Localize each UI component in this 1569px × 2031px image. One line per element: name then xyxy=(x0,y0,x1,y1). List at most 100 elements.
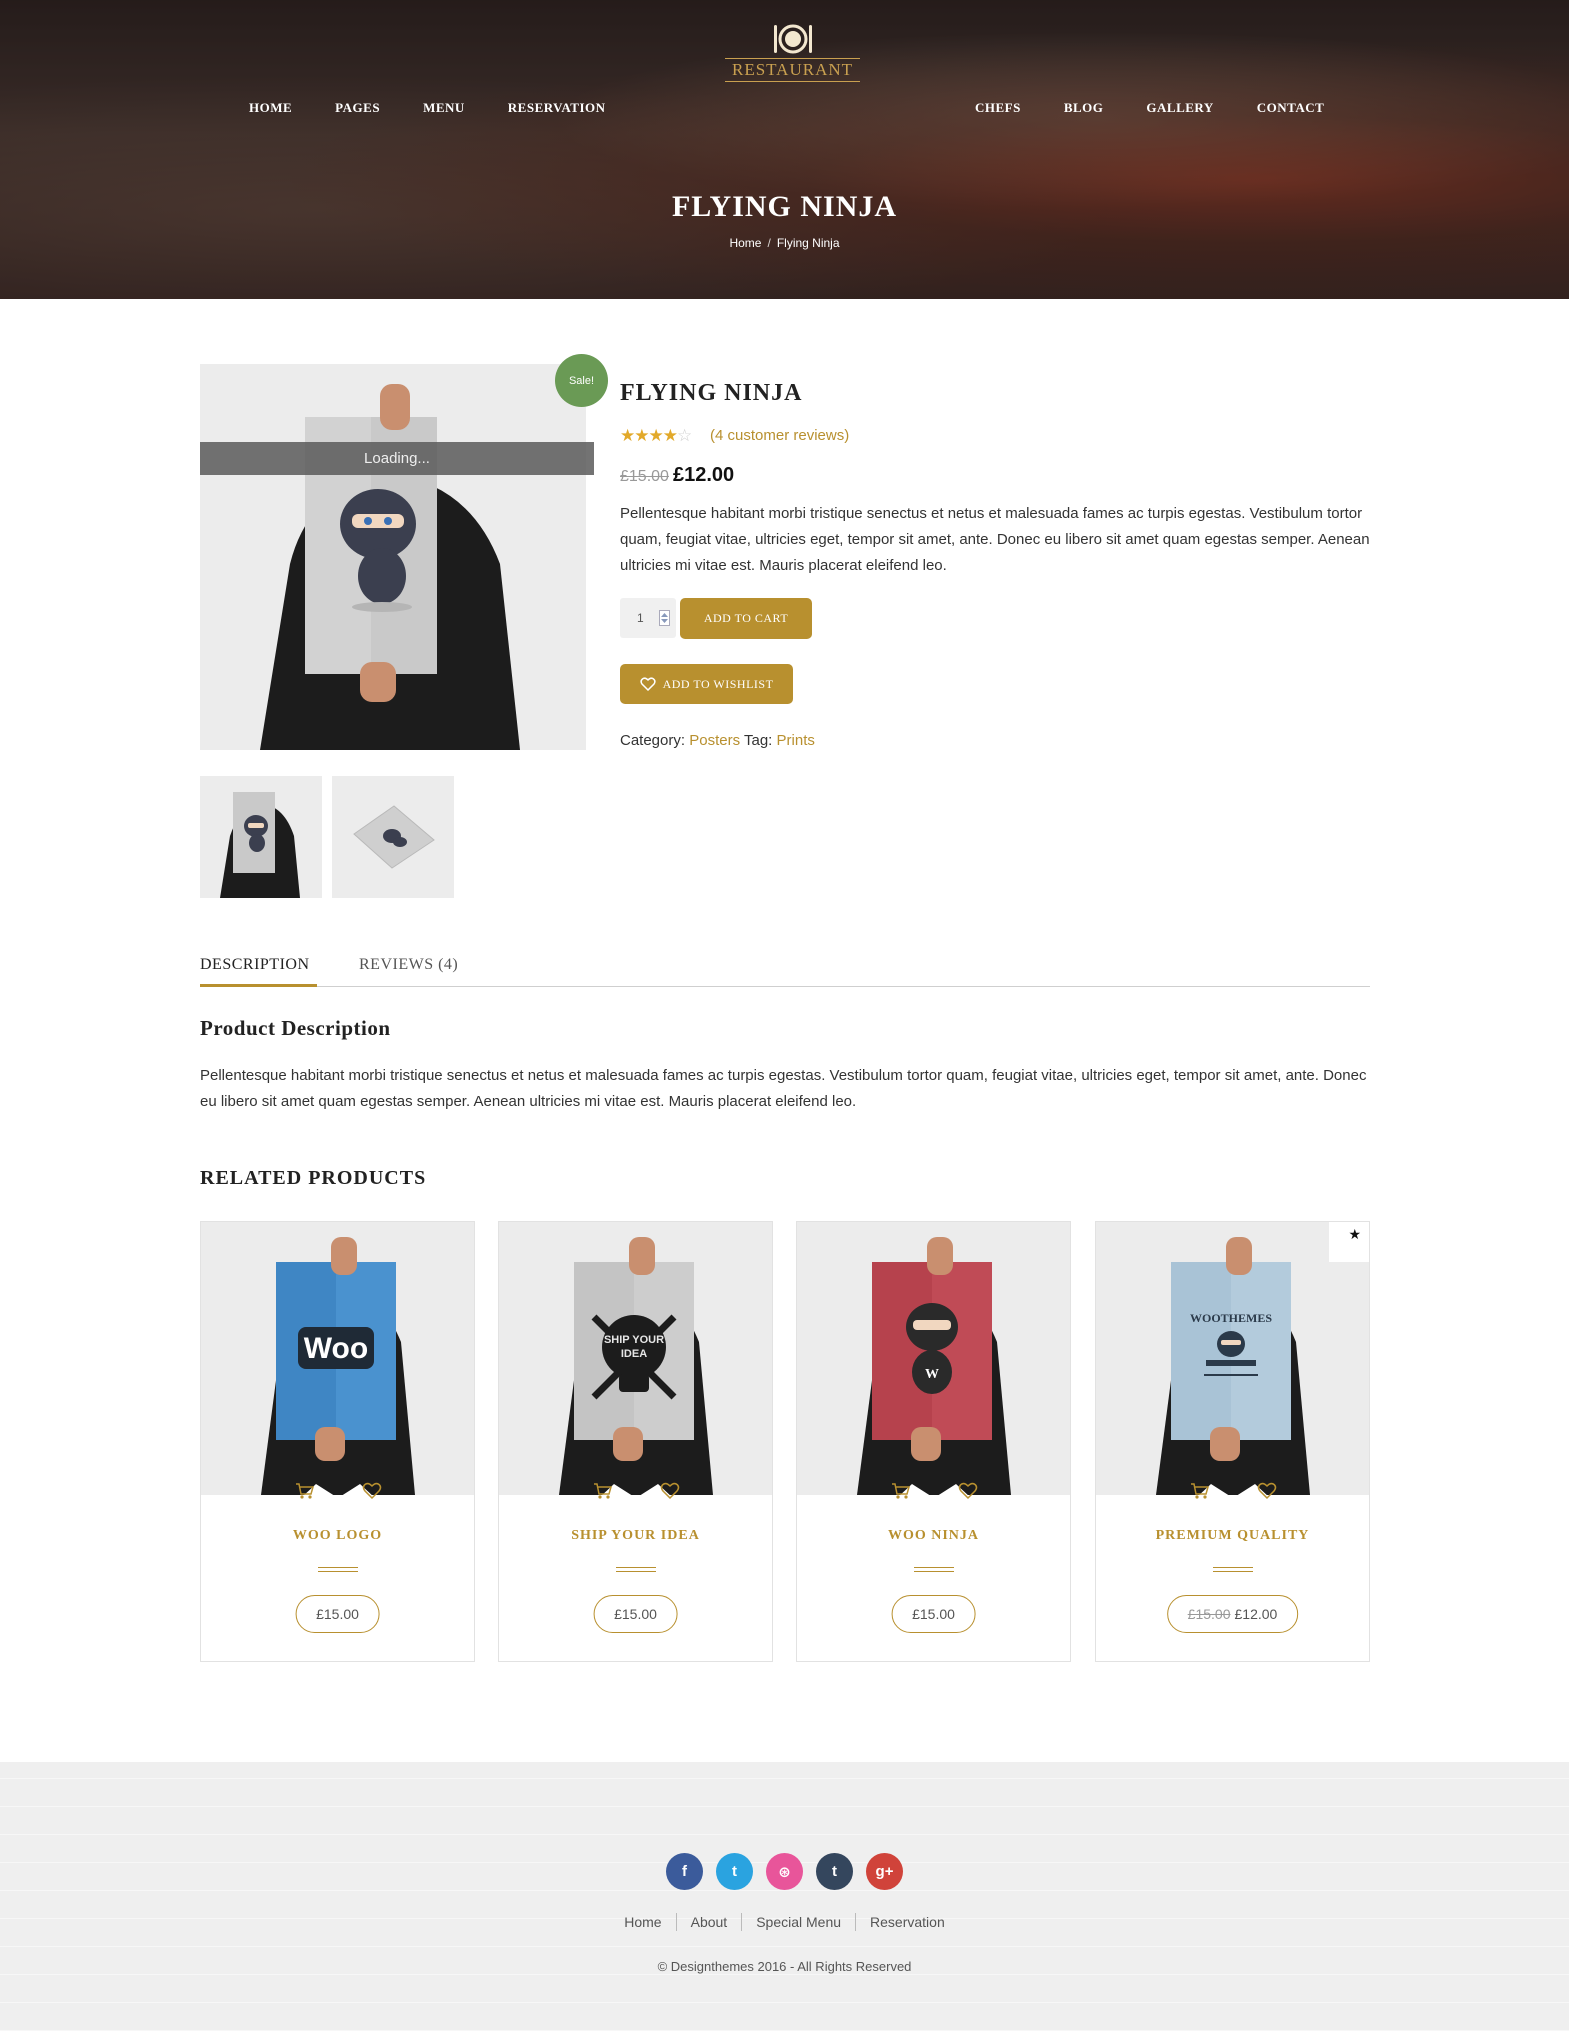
social-links: f t ⊛ t g+ xyxy=(666,1853,903,1890)
tag-label: Tag: xyxy=(743,732,773,749)
breadcrumb: Home / Flying Ninja xyxy=(0,236,1569,250)
nav-home[interactable]: HOME xyxy=(249,100,292,116)
tag-link[interactable]: Prints xyxy=(777,732,815,749)
star-icon: ★ xyxy=(648,426,664,445)
card-notch xyxy=(797,1484,1070,1498)
quantity-input[interactable]: 1 xyxy=(620,598,676,638)
price-value: £15.00 xyxy=(316,1606,359,1622)
product-card-title[interactable]: WOO LOGO xyxy=(201,1528,474,1544)
loading-overlay: Loading... xyxy=(200,442,594,475)
product-meta: Category: Posters Tag: Prints xyxy=(620,732,815,749)
page-header-hero: RESTAURANT HOME PAGES MENU RESERVATION C… xyxy=(0,0,1569,299)
product-card-ship-your-idea[interactable]: SHIP YOUR IDEA SHIP YOUR IDEA £15.00 xyxy=(498,1221,773,1662)
main-nav-left: HOME PAGES MENU RESERVATION xyxy=(249,100,606,116)
copyright: © Designthemes 2016 - All Rights Reserve… xyxy=(657,1959,912,1974)
nav-gallery[interactable]: GALLERY xyxy=(1146,100,1213,116)
add-to-wishlist-label: ADD TO WISHLIST xyxy=(662,676,774,691)
breadcrumb-home[interactable]: Home xyxy=(729,236,761,250)
cart-icon[interactable] xyxy=(295,1482,315,1500)
twitter-icon[interactable]: t xyxy=(716,1853,753,1890)
product-card-image[interactable]: Woo xyxy=(201,1222,474,1495)
product-card-image[interactable]: SHIP YOUR IDEA xyxy=(499,1222,772,1495)
product-card-title[interactable]: SHIP YOUR IDEA xyxy=(499,1528,772,1544)
wishlist-heart-icon[interactable] xyxy=(362,1482,382,1500)
nav-blog[interactable]: BLOG xyxy=(1064,100,1104,116)
tab-reviews[interactable]: REVIEWS (4) xyxy=(359,956,458,974)
product-title: FLYING NINJA xyxy=(620,380,803,406)
nav-contact[interactable]: CONTACT xyxy=(1257,100,1325,116)
poster-ninja-image xyxy=(200,364,586,750)
dribbble-icon[interactable]: ⊛ xyxy=(766,1853,803,1890)
nav-pages[interactable]: PAGES xyxy=(335,100,380,116)
short-description: Pellentesque habitant morbi tristique se… xyxy=(620,505,1370,574)
svg-text:W: W xyxy=(925,1367,939,1382)
star-icon: ★ xyxy=(620,426,635,445)
cart-icon[interactable] xyxy=(593,1482,613,1500)
product-card-image[interactable]: WOOTHEMES xyxy=(1096,1222,1369,1495)
wishlist-heart-icon[interactable] xyxy=(660,1482,680,1500)
title-divider xyxy=(616,1567,656,1572)
footer-nav: Home About Special Menu Reservation xyxy=(0,1913,1569,1931)
plate-cutlery-icon xyxy=(773,24,812,54)
tumblr-icon[interactable]: t xyxy=(816,1853,853,1890)
tab-description[interactable]: DESCRIPTION xyxy=(200,956,310,974)
product-card-price: £15.00 xyxy=(593,1595,678,1633)
logo-text: RESTAURANT xyxy=(725,58,860,82)
product-main-image[interactable] xyxy=(200,364,586,750)
featured-star-icon: ★ xyxy=(1329,1222,1369,1262)
card-notch xyxy=(201,1484,474,1498)
old-price-value: £15.00 xyxy=(1187,1606,1231,1622)
related-products-heading: RELATED PRODUCTS xyxy=(200,1167,427,1189)
svg-text:Woo: Woo xyxy=(304,1332,368,1365)
wishlist-heart-icon[interactable] xyxy=(1257,1482,1277,1500)
product-card-title[interactable]: PREMIUM QUALITY xyxy=(1096,1528,1369,1544)
product-card-woo-ninja[interactable]: W WOO NINJA £15.00 xyxy=(796,1221,1071,1662)
product-card-premium-quality[interactable]: WOOTHEMES ★ PREMIUM QUALITY £15.00 £12.0… xyxy=(1095,1221,1370,1662)
breadcrumb-separator: / xyxy=(767,236,771,250)
cart-icon[interactable] xyxy=(1190,1482,1210,1500)
add-to-cart-button[interactable]: ADD TO CART xyxy=(680,598,812,639)
site-logo[interactable]: RESTAURANT xyxy=(725,22,860,82)
stepper-arrows-icon xyxy=(661,613,668,623)
heart-icon xyxy=(639,677,656,691)
main-nav-right: CHEFS BLOG GALLERY CONTACT xyxy=(975,100,1324,116)
woo-logo-poster: Woo xyxy=(261,1237,415,1495)
premium-quality-poster: WOOTHEMES xyxy=(1156,1237,1310,1495)
footer-link-home[interactable]: Home xyxy=(610,1913,675,1931)
thumbnail-1[interactable] xyxy=(200,776,322,898)
quantity-value: 1 xyxy=(637,611,644,625)
star-icon: ★ xyxy=(662,426,678,445)
footer-link-special-menu[interactable]: Special Menu xyxy=(741,1913,855,1931)
category-link[interactable]: Posters xyxy=(689,732,740,749)
nav-reservation[interactable]: RESERVATION xyxy=(508,100,606,116)
footer-link-reservation[interactable]: Reservation xyxy=(855,1913,959,1931)
footer-link-about[interactable]: About xyxy=(675,1913,742,1931)
cart-icon[interactable] xyxy=(891,1482,911,1500)
product-card-image[interactable]: W xyxy=(797,1222,1070,1495)
category-label: Category: xyxy=(620,732,686,749)
quantity-stepper[interactable] xyxy=(659,610,670,626)
google-plus-icon[interactable]: g+ xyxy=(866,1853,903,1890)
price-value: £15.00 xyxy=(614,1606,657,1622)
price-value: £15.00 xyxy=(912,1606,955,1622)
product-card-title[interactable]: WOO NINJA xyxy=(797,1528,1070,1544)
wishlist-heart-icon[interactable] xyxy=(958,1482,978,1500)
site-footer xyxy=(0,1762,1569,2031)
svg-text:IDEA: IDEA xyxy=(621,1348,647,1360)
description-text: Pellentesque habitant morbi tristique se… xyxy=(200,1067,1367,1110)
thumbnail-ninja-poster xyxy=(220,792,300,898)
page-title: FLYING NINJA xyxy=(671,190,898,223)
nav-menu[interactable]: MENU xyxy=(423,100,465,116)
facebook-icon[interactable]: f xyxy=(666,1853,703,1890)
product-card-woo-logo[interactable]: Woo WOO LOGO £15.00 xyxy=(200,1221,475,1662)
customer-reviews-link[interactable]: (4 customer reviews) xyxy=(710,427,849,444)
add-to-wishlist-button[interactable]: ADD TO WISHLIST xyxy=(620,664,793,704)
card-notch xyxy=(499,1484,772,1498)
woo-ninja-poster: W xyxy=(857,1237,1011,1495)
svg-text:WOOTHEMES: WOOTHEMES xyxy=(1190,1311,1272,1325)
title-divider xyxy=(1213,1567,1253,1572)
svg-text:SHIP YOUR: SHIP YOUR xyxy=(604,1334,664,1346)
product-card-price: £15.00 xyxy=(891,1595,976,1633)
nav-chefs[interactable]: CHEFS xyxy=(975,100,1021,116)
thumbnail-2[interactable] xyxy=(332,776,454,898)
